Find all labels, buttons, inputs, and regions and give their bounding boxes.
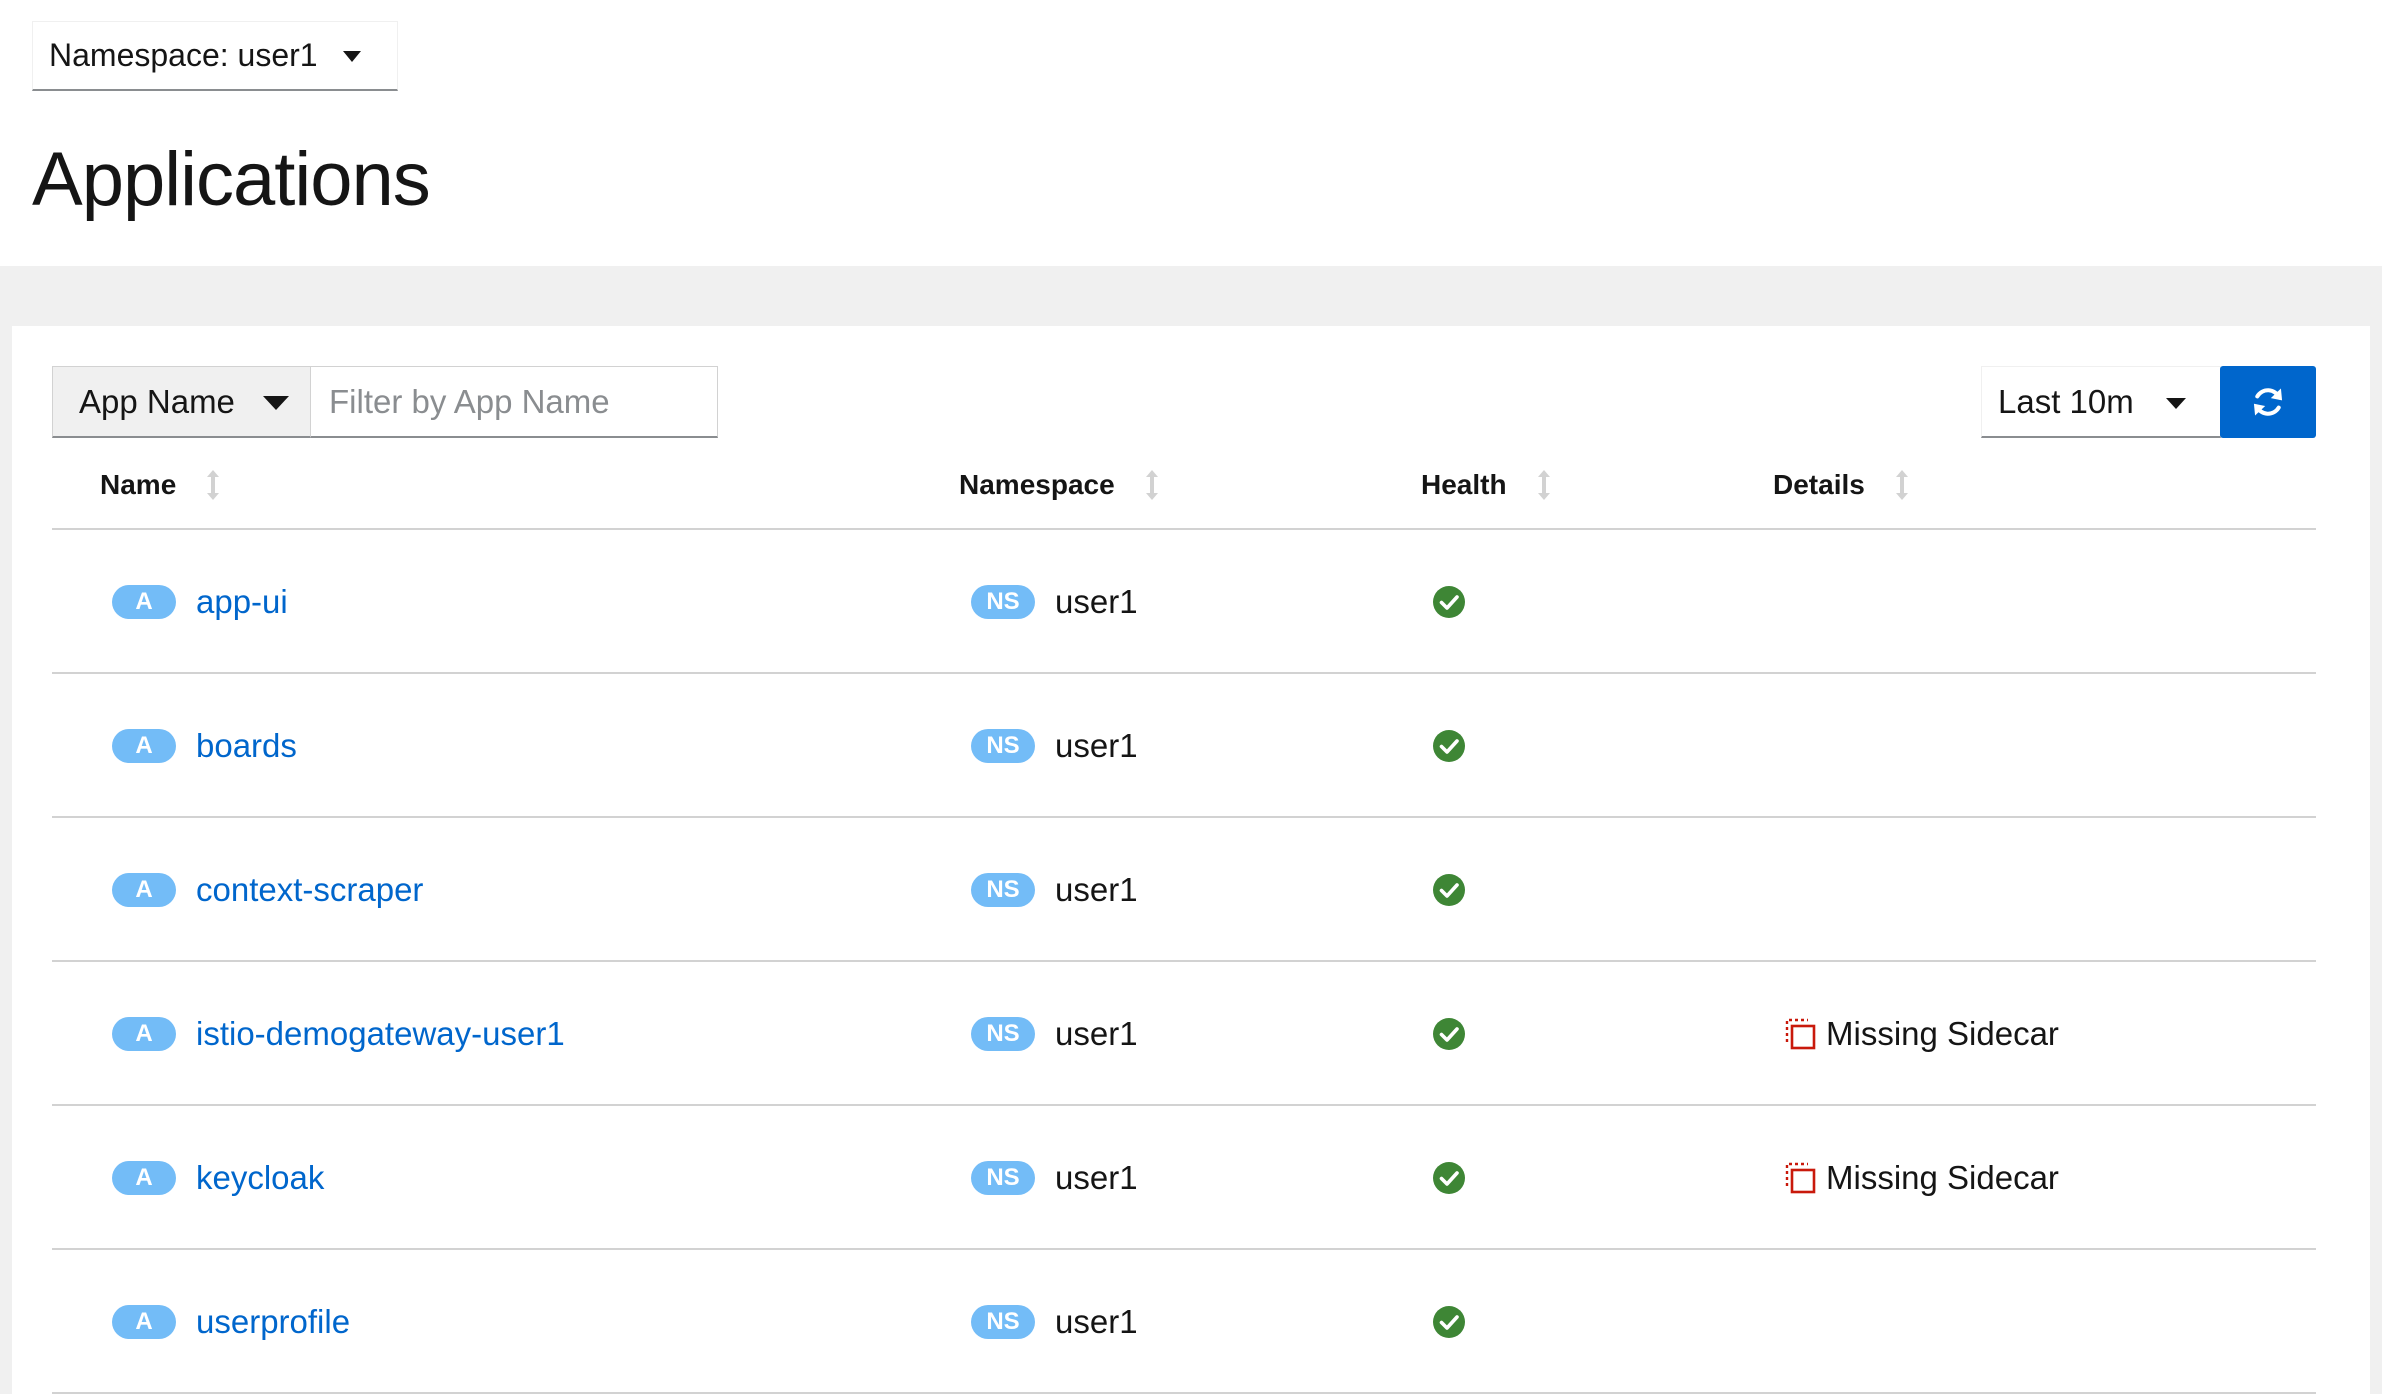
page-title: Applications [32,137,431,222]
namespace-text: user1 [1055,871,1138,908]
app-link[interactable]: userprofile [196,1303,350,1341]
app-link[interactable]: boards [196,727,297,765]
details-text: Missing Sidecar [1826,1159,2059,1196]
details-cell: Missing Sidecar [1784,1106,2059,1250]
column-header-health[interactable]: Health [1421,442,1551,528]
column-header-label: Details [1773,469,1865,500]
namespace-text: user1 [1055,1159,1138,1196]
caret-down-icon [343,51,361,62]
time-range-label: Last 10m [1998,382,2134,420]
table-row: A userprofile NS user1 [52,1250,2316,1394]
namespace-cell: NS user1 [971,674,1138,818]
app-link[interactable]: keycloak [196,1159,324,1197]
app-badge: A [112,585,176,619]
namespace-cell: NS user1 [971,818,1138,962]
table-row: A app-ui NS user1 [52,530,2316,674]
health-cell [1432,818,1466,962]
page: Namespace: user1 Applications App Name L… [0,0,2382,1394]
app-badge: A [112,1017,176,1051]
filter-type-label: App Name [79,382,235,420]
time-range-dropdown[interactable]: Last 10m [1981,366,2221,438]
details-text: Missing Sidecar [1826,1015,2059,1052]
namespace-badge: NS [971,1161,1035,1195]
namespace-badge: NS [971,729,1035,763]
namespace-badge: NS [971,585,1035,619]
app-link[interactable]: istio-demogateway-user1 [196,1015,565,1053]
healthy-check-icon [1433,874,1465,906]
namespace-cell: NS user1 [971,1250,1138,1394]
refresh-button[interactable] [2220,366,2316,438]
filter-input[interactable] [310,366,718,438]
column-header-details[interactable]: Details [1773,442,1909,528]
namespace-text: user1 [1055,1303,1138,1340]
health-cell [1432,674,1466,818]
column-header-label: Name [100,469,177,500]
sort-icon [1145,469,1159,501]
filter-type-dropdown[interactable]: App Name [52,366,312,438]
health-cell [1432,1106,1466,1250]
healthy-check-icon [1433,1162,1465,1194]
column-header-namespace[interactable]: Namespace [959,442,1159,528]
name-cell: A istio-demogateway-user1 [112,962,565,1106]
healthy-check-icon [1433,586,1465,618]
applications-table: Name Namespace Health Details A app-ui N… [52,442,2316,1394]
details-cell: Missing Sidecar [1784,962,2059,1106]
namespace-dropdown[interactable]: Namespace: user1 [32,21,398,91]
namespace-text: user1 [1055,583,1138,620]
healthy-check-icon [1433,730,1465,762]
table-row: A boards NS user1 [52,674,2316,818]
table-row: A context-scraper NS user1 [52,818,2316,962]
namespace-text: user1 [1055,727,1138,764]
missing-sidecar-icon [1785,1162,1816,1194]
namespace-badge: NS [971,873,1035,907]
name-cell: A userprofile [112,1250,350,1394]
namespace-cell: NS user1 [971,1106,1138,1250]
sort-icon [1537,469,1551,501]
table-row: A istio-demogateway-user1 NS user1 Missi… [52,962,2316,1106]
health-cell [1432,530,1466,674]
health-cell [1432,1250,1466,1394]
missing-sidecar-icon [1785,1018,1816,1050]
name-cell: A context-scraper [112,818,423,962]
app-link[interactable]: context-scraper [196,871,423,909]
namespace-text: user1 [1055,1015,1138,1052]
sort-icon [206,469,220,501]
table-header: Name Namespace Health Details [52,442,2316,530]
namespace-cell: NS user1 [971,962,1138,1106]
table-row: A keycloak NS user1 Missing Sidecar [52,1106,2316,1250]
column-header-label: Namespace [959,469,1115,500]
sync-icon [2253,388,2283,416]
column-header-label: Health [1421,469,1507,500]
health-cell [1432,962,1466,1106]
namespace-badge: NS [971,1305,1035,1339]
app-badge: A [112,1161,176,1195]
app-badge: A [112,729,176,763]
name-cell: A keycloak [112,1106,324,1250]
namespace-badge: NS [971,1017,1035,1051]
healthy-check-icon [1433,1018,1465,1050]
app-badge: A [112,1305,176,1339]
namespace-cell: NS user1 [971,530,1138,674]
caret-down-icon [2166,398,2186,409]
app-link[interactable]: app-ui [196,583,288,621]
applications-card: App Name Last 10m Name [12,326,2370,1394]
page-header: Namespace: user1 Applications [0,0,2382,266]
healthy-check-icon [1433,1306,1465,1338]
app-badge: A [112,873,176,907]
namespace-dropdown-label: Namespace: user1 [49,37,318,73]
column-header-name[interactable]: Name [100,442,220,528]
name-cell: A app-ui [112,530,288,674]
sort-icon [1895,469,1909,501]
caret-down-icon [263,396,289,410]
main-content: App Name Last 10m Name [0,266,2382,1394]
name-cell: A boards [112,674,297,818]
